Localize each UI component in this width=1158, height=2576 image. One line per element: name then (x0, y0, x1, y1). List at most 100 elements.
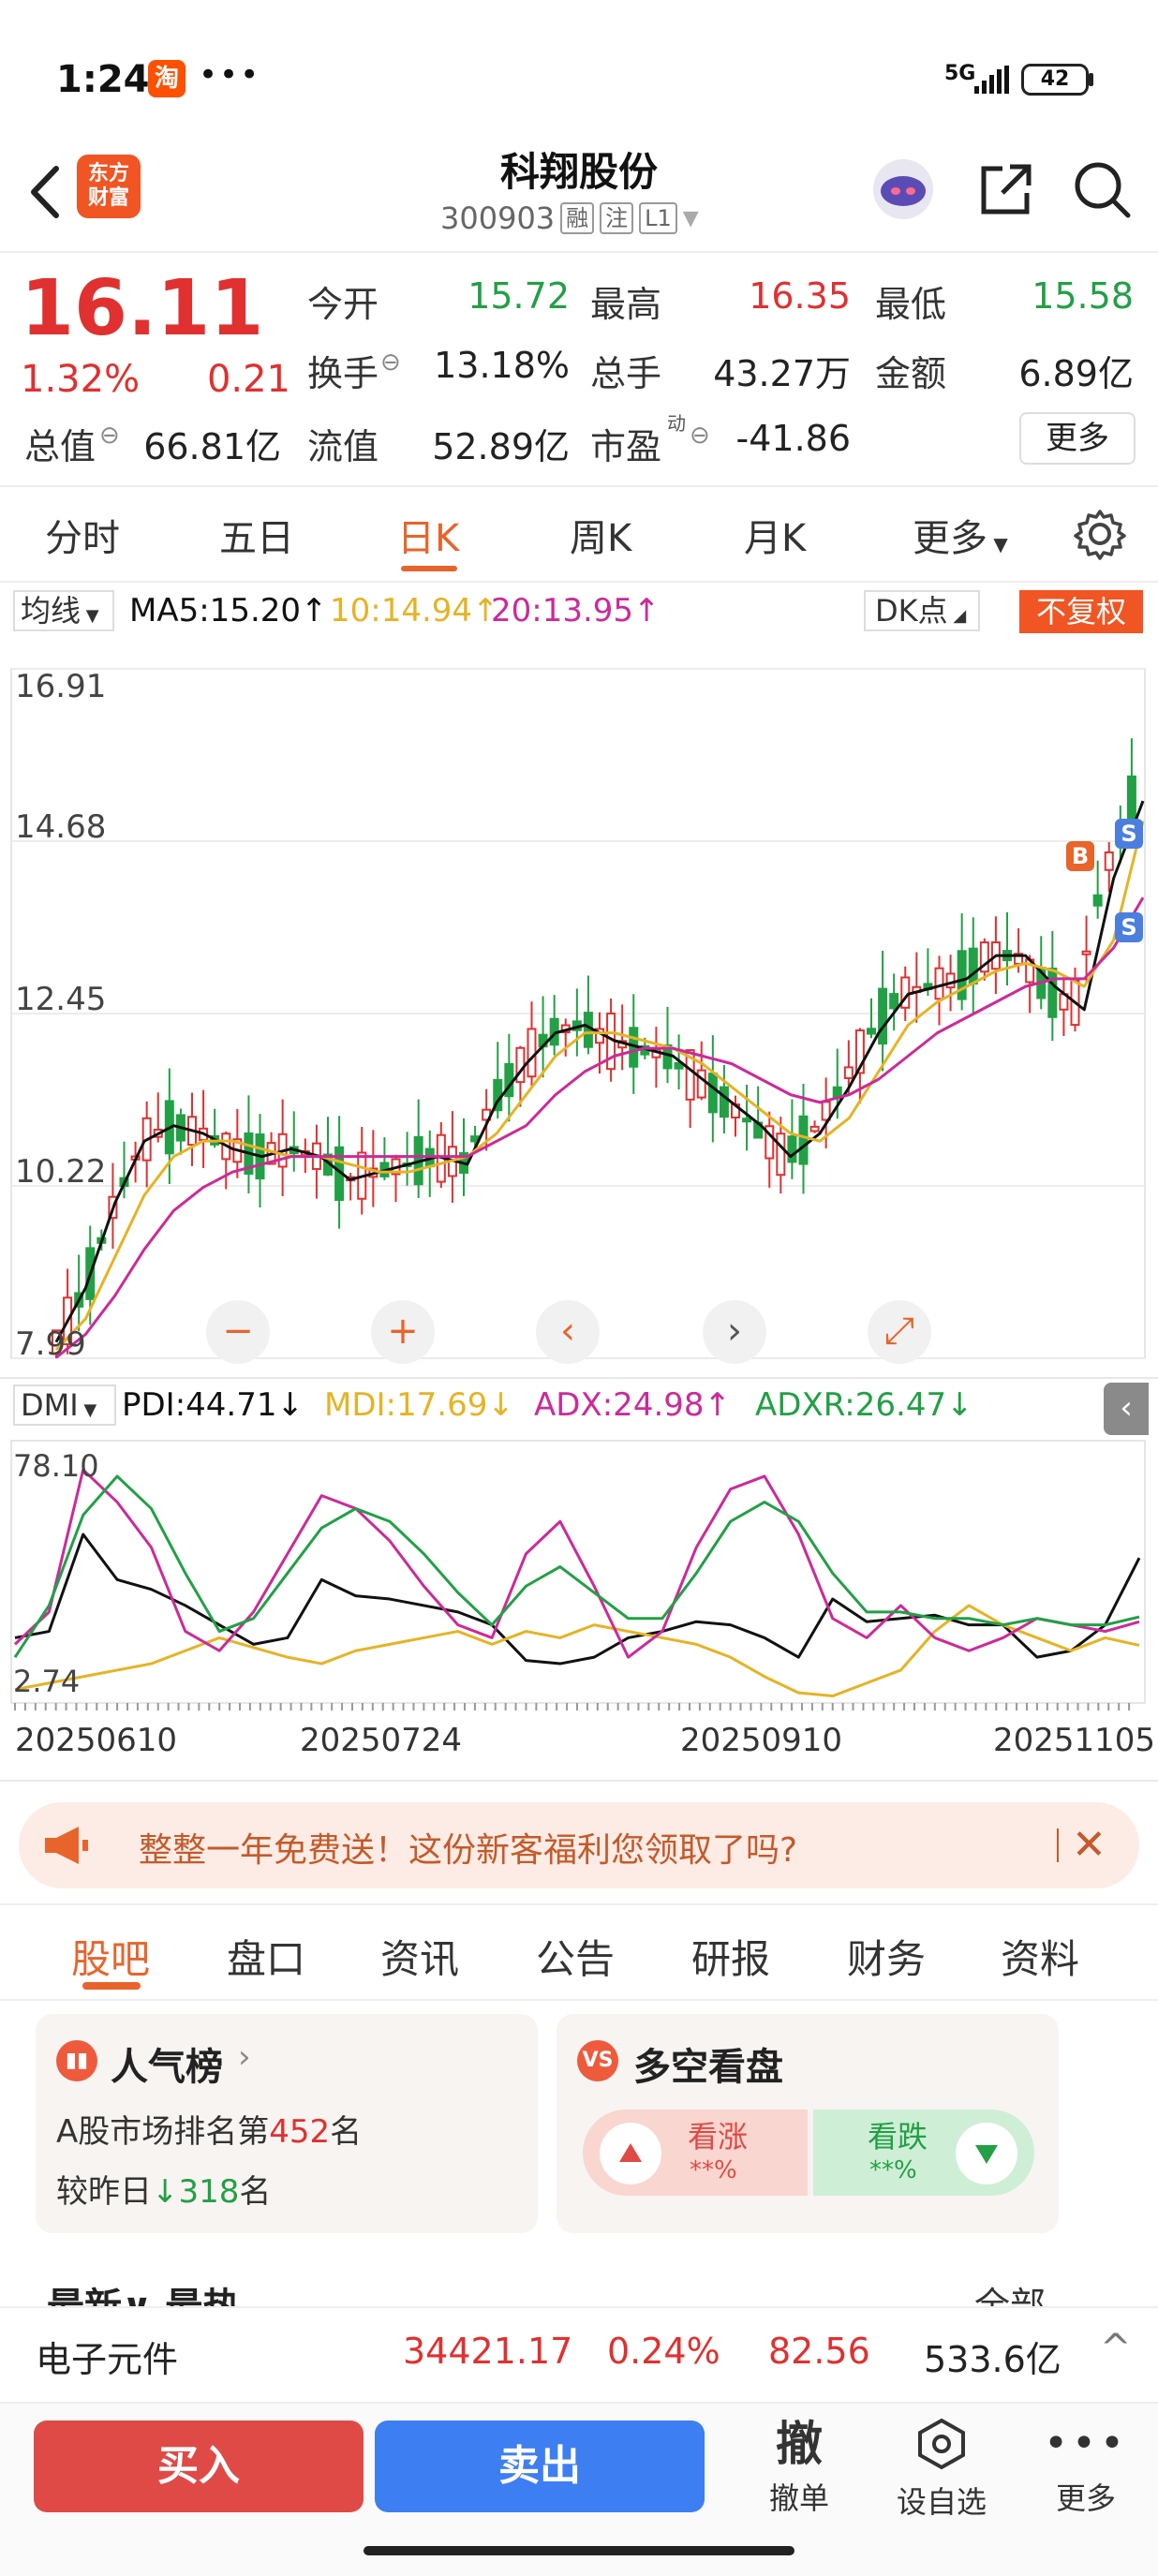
candle-body (742, 1118, 752, 1123)
tab-more-periods[interactable]: 更多 ▼ (913, 508, 1008, 562)
candle-body (1092, 894, 1103, 907)
rank-value: 452 (269, 2113, 331, 2151)
tab-news[interactable]: 资讯 (380, 1928, 459, 1985)
kline-chart[interactable]: 16.91 14.68 12.45 10.22 7.99 B S S (0, 637, 1158, 1377)
corner-caret-icon: ◢ (947, 606, 967, 626)
tab-announcements[interactable]: 公告 (536, 1928, 615, 1985)
sector-name: 电子元件 (36, 2339, 179, 2380)
stock-code-row: 300903 融 注 L1 ▼ (440, 200, 699, 236)
dk-point-select[interactable]: DK点 ◢ (864, 590, 980, 631)
level1-tag[interactable]: L1 (639, 202, 677, 234)
current-price: 16.11 (21, 264, 264, 353)
ma-indicator-select[interactable]: 均线 ▼ (13, 590, 114, 631)
candle-body (934, 967, 944, 1000)
chevron-up-icon[interactable]: ^ (1100, 2327, 1132, 2370)
section-divider (0, 1903, 1158, 1905)
date-label: 20250724 (300, 1722, 463, 1759)
tab-weekly-k[interactable]: 周K (570, 508, 631, 562)
down-triangle-icon (956, 2123, 1017, 2184)
turnover-label: 换手 (307, 353, 379, 394)
date-label: 20250610 (15, 1722, 178, 1759)
candle-body (798, 1115, 809, 1165)
network-type: 5G (944, 62, 976, 85)
pe-value: -41.86 (735, 418, 852, 459)
candle-body (867, 1028, 876, 1035)
add-watchlist-button[interactable]: 设自选 (890, 2417, 993, 2522)
search-icon[interactable] (1072, 159, 1132, 219)
mktcap-value: 66.81亿 (143, 426, 281, 467)
promo-separator (1057, 1828, 1059, 1862)
dmi-chart[interactable]: 78.10 2.74 (0, 1431, 1158, 1712)
margin-tag: 融 (560, 202, 595, 234)
promo-text[interactable]: 整整一年免费送！这份新客福利您领取了吗? (139, 1823, 797, 1872)
indicator-select[interactable]: DMI ▼ (13, 1384, 116, 1426)
popularity-title: 人气榜 (111, 2046, 223, 2089)
ma5-value: MA5:15.20↑ (129, 592, 328, 629)
tab-forum[interactable]: 股吧 (71, 1928, 150, 1985)
delta-value: 318 (178, 2173, 240, 2211)
bull-label: 看涨 (688, 2119, 749, 2154)
settings-gear-icon[interactable] (1074, 508, 1126, 560)
pe-superscript: 动 (667, 412, 686, 435)
info-icon[interactable]: ⊖ (380, 348, 401, 377)
market-rank-line: A股市场排名第452名 (56, 2106, 362, 2152)
cancel-order-button[interactable]: 撤 撤单 (748, 2417, 851, 2518)
amount-value: 6.89亿 (1018, 353, 1134, 394)
more-dots-icon: ••• (1044, 2420, 1128, 2467)
tab-daily-k[interactable]: 日K (397, 508, 459, 562)
ai-assistant-icon[interactable] (869, 155, 937, 223)
tab-profile[interactable]: 资料 (1001, 1928, 1079, 1985)
bear-label: 看跌 (868, 2119, 928, 2154)
info-icon[interactable]: ⊖ (690, 422, 710, 450)
tab-financials[interactable]: 财务 (847, 1928, 926, 1985)
close-icon[interactable]: ✕ (1072, 1821, 1106, 1869)
chevron-right-icon[interactable]: › (238, 2038, 251, 2076)
candle-body (1104, 851, 1114, 871)
high-value: 16.35 (749, 275, 851, 317)
battery-icon: 42 (1021, 64, 1089, 96)
candle-body (843, 1066, 854, 1079)
tab-monthly-k[interactable]: 月K (744, 508, 806, 562)
tabs-divider (0, 581, 1158, 583)
y-tick-label: 10.22 (15, 1153, 106, 1191)
low-label: 最低 (875, 284, 947, 325)
y-tick-label: 2.74 (13, 1664, 80, 1699)
adjustment-button[interactable]: 不复权 (1019, 590, 1143, 633)
collapse-panel-button[interactable]: ‹ (1104, 1383, 1149, 1435)
adxr-value: ADXR:26.47↓ (755, 1386, 973, 1424)
sell-button[interactable]: 卖出 (375, 2421, 705, 2512)
rank-suffix: 名 (330, 2113, 363, 2151)
zoom-out-button[interactable]: − (206, 1300, 270, 1364)
ma20-value: 20:13.95↑ (491, 592, 661, 629)
buy-button[interactable]: 买入 (34, 2421, 364, 2512)
more-actions-button[interactable]: ••• 更多 (1034, 2417, 1137, 2518)
status-time: 1:24 (56, 58, 150, 101)
share-icon[interactable] (974, 159, 1036, 221)
candle-body (968, 947, 978, 985)
pan-left-button[interactable]: ‹ (536, 1300, 600, 1364)
high-label: 最高 (590, 284, 662, 325)
change-amount: 0.21 (206, 358, 290, 401)
candle-body (1081, 950, 1091, 955)
fullscreen-button[interactable]: ⤢ (868, 1300, 931, 1364)
tab-research[interactable]: 研报 (691, 1928, 770, 1985)
more-quote-button[interactable]: 更多 (1019, 412, 1136, 465)
indicator-divider (0, 1377, 1158, 1379)
quote-divider (0, 485, 1158, 487)
pan-right-button[interactable]: › (703, 1300, 766, 1364)
candle-body (776, 1133, 786, 1177)
dmi-line-adx (13, 1468, 1140, 1659)
zoom-in-button[interactable]: + (371, 1300, 435, 1364)
tab-intraday[interactable]: 分时 (45, 508, 120, 562)
candle-body (1126, 775, 1136, 827)
y-tick-label: 12.45 (15, 981, 106, 1018)
candle-body (809, 1125, 820, 1133)
candle-body (787, 1135, 797, 1163)
tab-five-day[interactable]: 五日 (219, 508, 294, 562)
open-value: 15.72 (468, 275, 570, 317)
date-label: 20251105 (993, 1722, 1156, 1759)
more-notifications-icon: ••• (199, 56, 261, 94)
tab-order-book[interactable]: 盘口 (227, 1928, 305, 1985)
amount-label: 金额 (875, 353, 947, 394)
chevron-down-icon[interactable]: ▼ (683, 207, 699, 230)
